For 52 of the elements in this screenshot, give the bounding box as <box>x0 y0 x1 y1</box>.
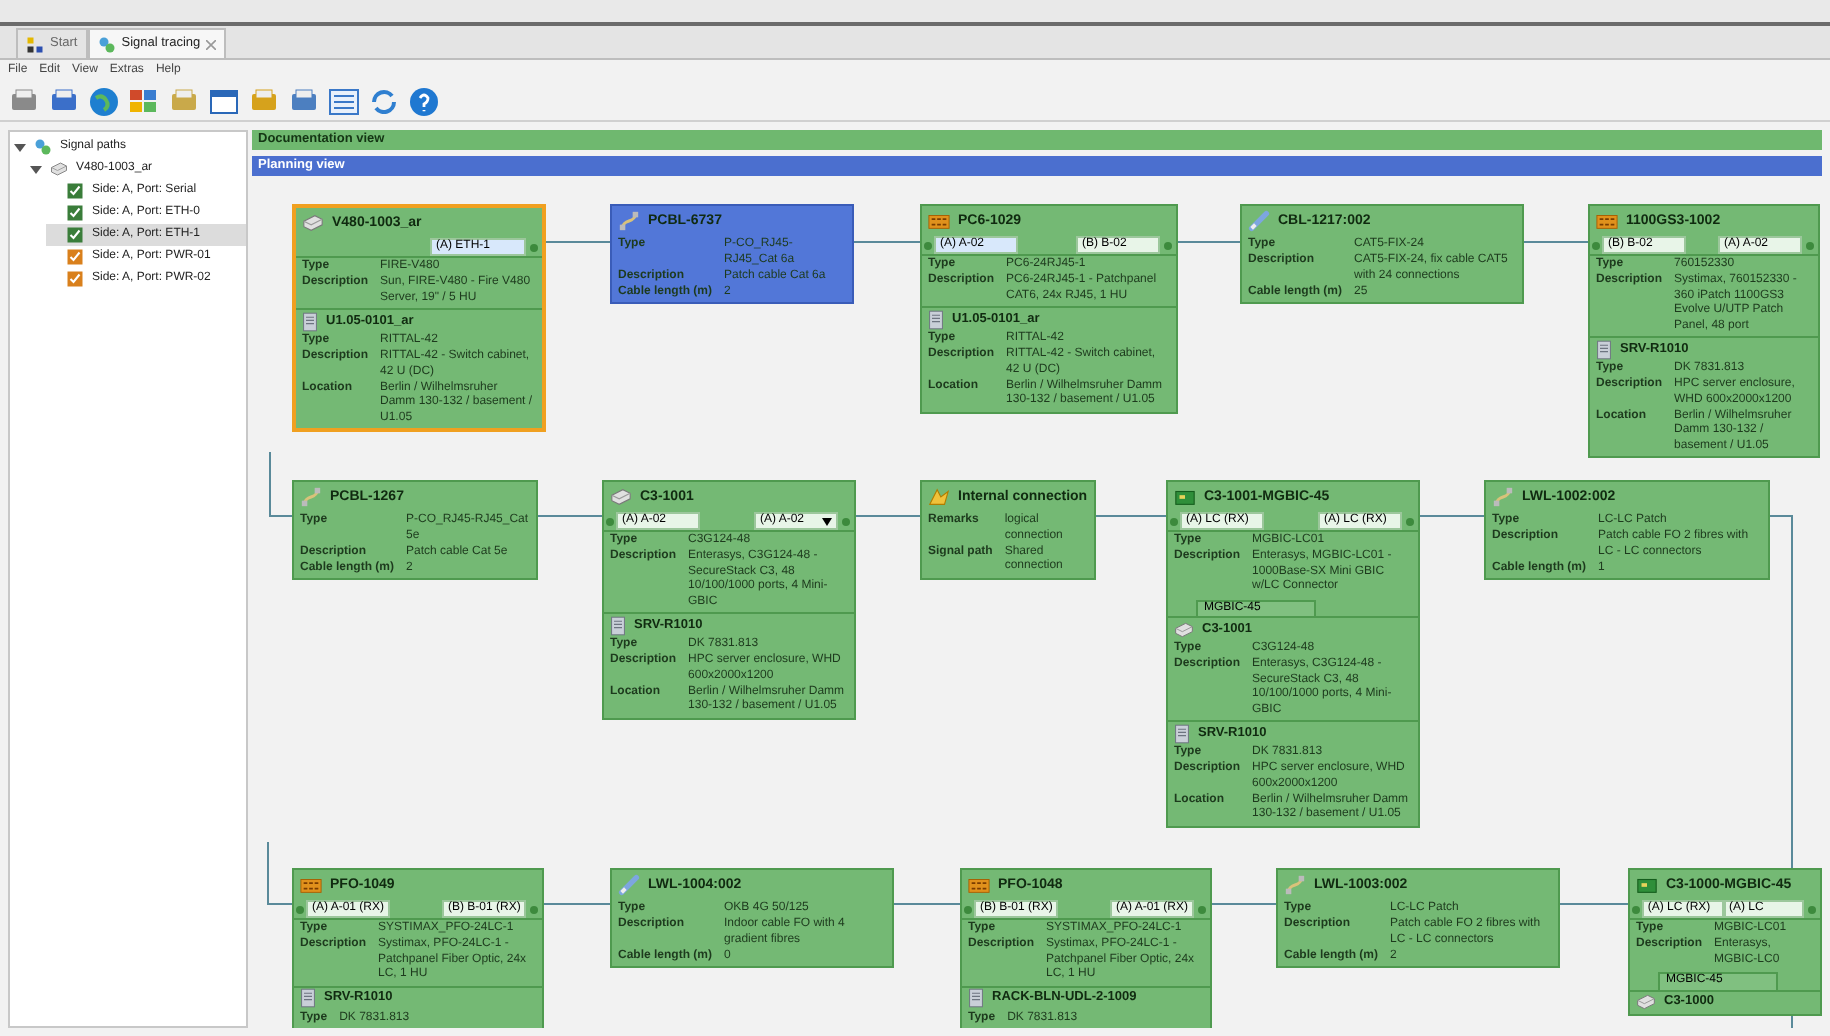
globe-icon[interactable] <box>88 85 120 117</box>
connector-line <box>545 241 611 243</box>
connector-line <box>1211 903 1277 905</box>
connector-line <box>1177 241 1241 243</box>
connector-line <box>267 841 293 905</box>
server-cabinet-icon <box>1174 723 1190 743</box>
node-card[interactable] <box>602 480 856 719</box>
server-cabinet-icon <box>610 615 626 635</box>
node-card[interactable] <box>1166 480 1420 827</box>
node-card[interactable] <box>920 204 1178 413</box>
connector-line <box>1523 241 1589 243</box>
connector-line <box>1559 903 1629 905</box>
connection-icon <box>928 486 950 508</box>
power-port-icon <box>66 248 84 266</box>
window-icon[interactable] <box>208 85 240 117</box>
device-icon <box>1636 992 1656 1012</box>
grid-icon[interactable] <box>128 85 160 117</box>
circuit-board-icon <box>1174 486 1196 508</box>
server-cabinet-icon <box>1596 339 1612 359</box>
node-card[interactable] <box>292 204 546 432</box>
connector-line <box>1095 515 1167 517</box>
patch-panel-icon <box>1596 210 1618 232</box>
list-icon[interactable] <box>328 85 360 117</box>
power-port-icon <box>66 270 84 288</box>
device-icon <box>610 486 632 508</box>
device-icon <box>302 212 324 234</box>
server-cabinet-icon <box>968 988 984 1008</box>
device-icon <box>50 160 68 178</box>
node-card[interactable] <box>1588 204 1820 458</box>
connector-line <box>269 451 293 517</box>
help-icon[interactable] <box>408 85 440 117</box>
patch-panel-icon <box>928 210 950 232</box>
connector-line <box>855 515 921 517</box>
port-icon <box>66 226 84 244</box>
server-cabinet-icon <box>928 309 944 329</box>
port-icon <box>66 204 84 222</box>
server-cabinet-icon <box>302 311 318 331</box>
connector-line <box>853 241 921 243</box>
connector-line <box>893 903 961 905</box>
connector-line <box>537 515 603 517</box>
patch-panel-icon <box>300 874 322 896</box>
device-icon <box>1174 619 1194 639</box>
refresh-icon[interactable] <box>368 85 400 117</box>
connector-line <box>543 903 611 905</box>
circuit-board-icon <box>1636 874 1658 896</box>
patch-panel-icon <box>968 874 990 896</box>
connector-line <box>1419 515 1485 517</box>
start-icon <box>26 35 44 53</box>
server-cabinet-icon <box>300 988 316 1008</box>
close-icon[interactable] <box>206 39 217 49</box>
port-icon <box>66 182 84 200</box>
caret-icon[interactable] <box>822 517 832 525</box>
